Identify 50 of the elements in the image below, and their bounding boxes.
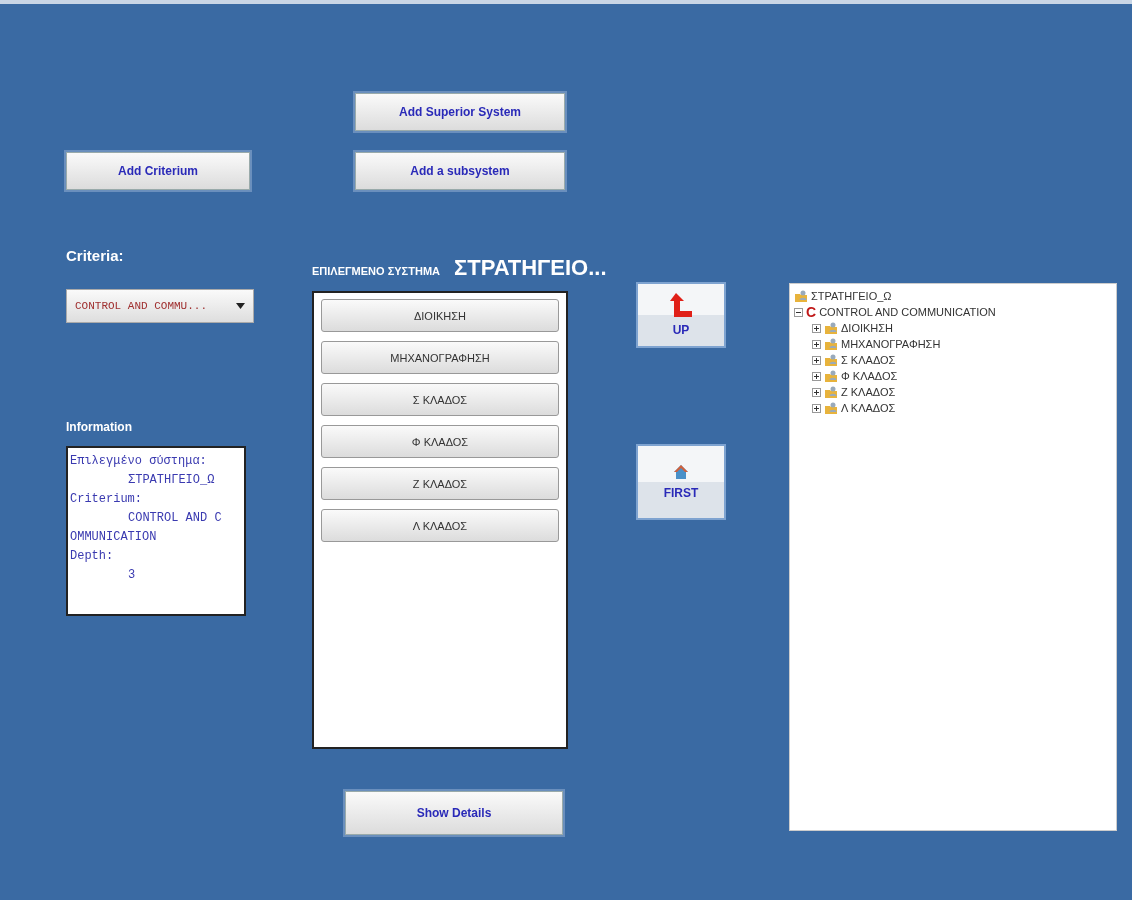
information-line: Depth: [70,548,115,565]
selected-system-caption: ΕΠΙΛΕΓΜΕΝΟ ΣΥΣΤΗΜΑ [312,265,440,277]
folder-person-icon [824,401,838,415]
tree-item[interactable]: CONTROL AND COMMUNICATION [819,306,996,318]
first-button[interactable]: FIRST [636,444,726,520]
selected-system-name: ΣΤΡΑΤΗΓΕΙΟ... [454,255,607,281]
up-button[interactable]: UP [636,282,726,348]
dropdown-caret-icon [236,303,245,309]
expander-icon[interactable] [812,371,821,381]
folder-person-icon [824,321,838,335]
show-details-button[interactable]: Show Details [345,791,563,835]
tree-item[interactable]: ΜΗΧΑΝΟΓΡΑΦΗΣΗ [841,338,941,350]
subsystem-button[interactable]: Λ ΚΛΑΔΟΣ [321,509,559,542]
subsystem-button[interactable]: ΜΗΧΑΝΟΓΡΑΦΗΣΗ [321,341,559,374]
tree-item[interactable]: ΣΤΡΑΤΗΓΕΙΟ_Ω [811,290,892,302]
information-line: ΣΤΡΑΤΗΓΕΙΟ_Ω [127,472,216,489]
subsystem-button[interactable]: Φ ΚΛΑΔΟΣ [321,425,559,458]
tree-item[interactable]: Φ ΚΛΑΔΟΣ [841,370,898,382]
criteria-dropdown[interactable]: CONTROL AND COMMU... [66,289,254,323]
expander-icon[interactable] [812,339,821,349]
add-criterium-button[interactable]: Add Criterium [66,152,250,190]
information-line: 3 [127,567,137,584]
folder-person-icon [794,289,808,303]
information-line: Επιλεγμένο σύστημα: [70,453,208,470]
criterion-letter: C [806,304,817,320]
expander-icon[interactable] [812,403,821,413]
expander-icon[interactable] [794,307,803,317]
home-icon [673,464,689,480]
add-superior-system-button[interactable]: Add Superior System [355,93,565,131]
tree-item[interactable]: Λ ΚΛΑΔΟΣ [841,402,896,414]
expander-icon[interactable] [812,323,821,333]
information-line: Criterium: [70,491,143,508]
subsystem-button[interactable]: Σ ΚΛΑΔΟΣ [321,383,559,416]
information-line: OMMUNICATION [70,529,158,546]
expander-icon[interactable] [812,355,821,365]
up-arrow-icon [670,293,692,317]
folder-person-icon [824,353,838,367]
information-line: CONTROL AND C [127,510,223,527]
subsystem-button[interactable]: Ζ ΚΛΑΔΟΣ [321,467,559,500]
criteria-label: Criteria: [66,247,124,264]
subsystem-button[interactable]: ΔΙΟΙΚΗΣΗ [321,299,559,332]
folder-person-icon [824,337,838,351]
tree-item[interactable]: Σ ΚΛΑΔΟΣ [841,354,896,366]
expander-icon[interactable] [812,387,821,397]
tree-item[interactable]: ΔΙΟΙΚΗΣΗ [841,322,894,334]
add-subsystem-button[interactable]: Add a subsystem [355,152,565,190]
folder-person-icon [824,385,838,399]
information-label: Information [66,420,132,434]
folder-person-icon [824,369,838,383]
tree-item[interactable]: Ζ ΚΛΑΔΟΣ [841,386,896,398]
